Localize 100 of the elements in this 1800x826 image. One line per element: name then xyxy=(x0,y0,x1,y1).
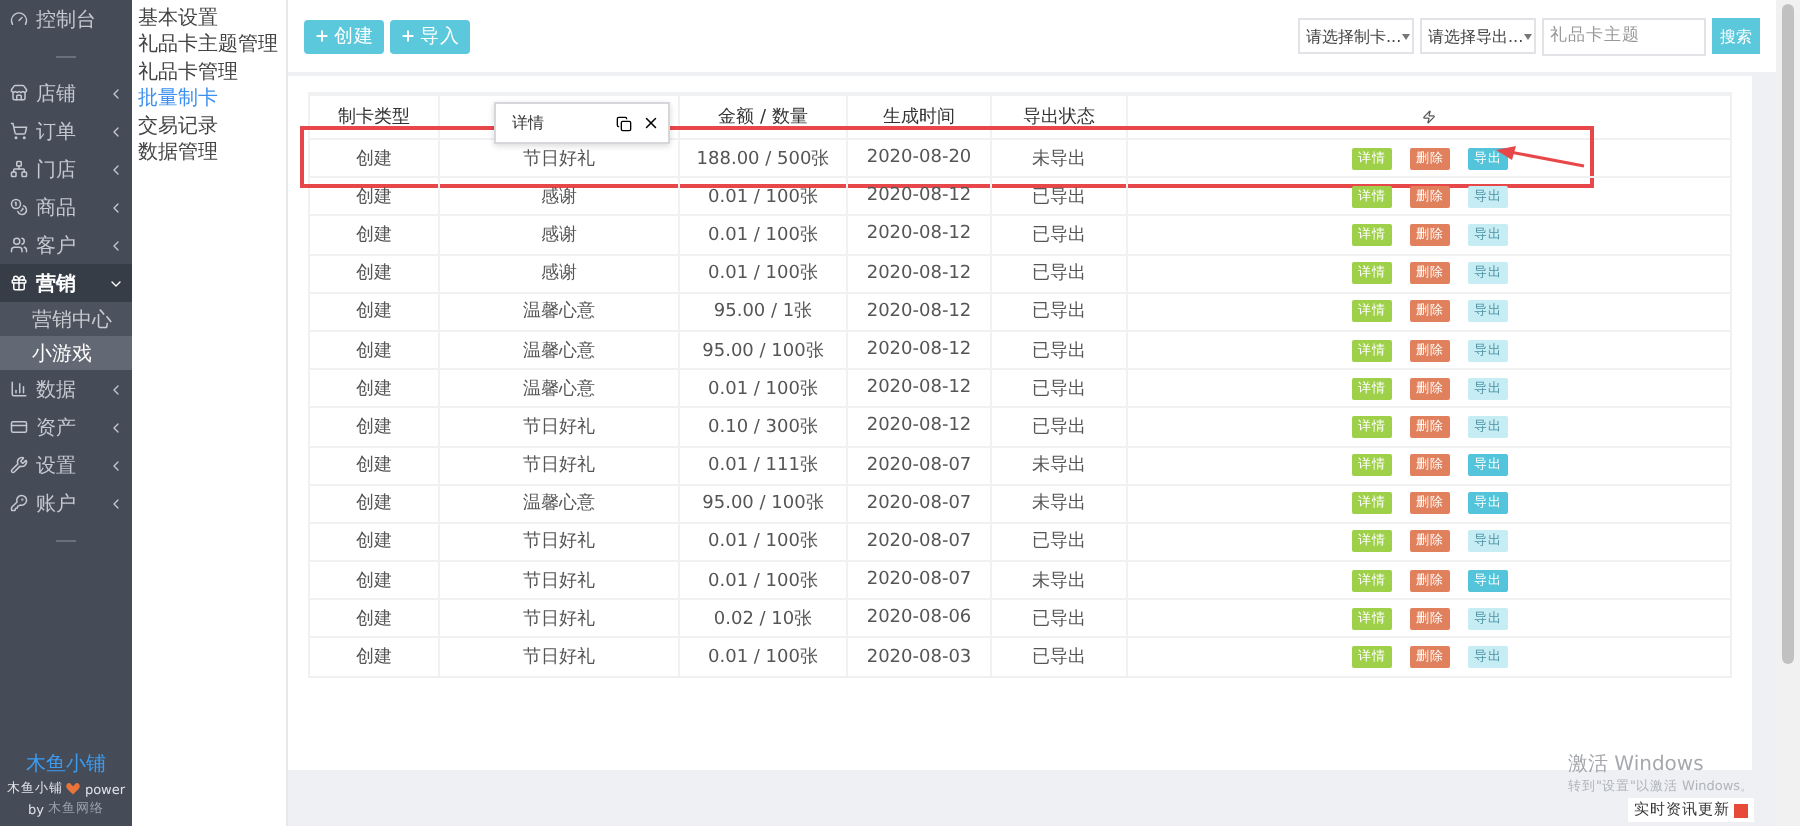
table-cell: 已导出 xyxy=(990,523,1126,561)
sidebar-item[interactable]: 设置 xyxy=(0,446,132,484)
caret-icon xyxy=(1401,33,1410,39)
submenu-item[interactable]: 礼品卡主题管理 xyxy=(138,31,286,58)
table-cell: 0.02 / 10张 xyxy=(678,600,846,637)
table-cell-text: 创建 xyxy=(354,607,394,634)
search-button[interactable]: 搜索 xyxy=(1712,18,1760,54)
sidebar-item[interactable]: 控制台 xyxy=(0,0,132,38)
table-cell: 未导出 xyxy=(990,485,1126,522)
plus-icon xyxy=(314,28,330,44)
toolbar-button[interactable]: 创建 xyxy=(304,19,384,53)
table-cell: 2020-08-07 xyxy=(846,562,990,599)
submenu-item[interactable]: 礼品卡管理 xyxy=(138,58,286,85)
table-cell-text: 创建 xyxy=(354,415,394,442)
table-cell: 2020-08-12 xyxy=(846,178,990,215)
table-cell: 感谢 xyxy=(438,178,678,215)
sidebar-item[interactable]: 资产 xyxy=(0,408,132,446)
table-cell: 2020-08-12 xyxy=(846,293,990,330)
sidebar-subitem[interactable]: 小游戏 xyxy=(0,336,132,370)
submenu-item[interactable]: 数据管理 xyxy=(138,139,286,166)
table-cell-text: 创建 xyxy=(354,453,394,481)
sidebar-item[interactable]: 店铺 xyxy=(0,74,132,112)
table-cell: 2020-08-06 xyxy=(846,600,990,637)
table-cell-text: 创建 xyxy=(354,261,394,289)
news-icon xyxy=(1734,803,1748,817)
table-cell: 0.01 / 100张 xyxy=(678,638,846,676)
table-cell: 已导出 xyxy=(990,408,1126,445)
copy-icon[interactable] xyxy=(616,115,632,131)
filter-select[interactable]: 请选择导出... xyxy=(1420,18,1536,54)
table-cell: 0.01 / 100张 xyxy=(678,370,846,407)
table-cell: 2020-08-20 xyxy=(846,140,990,177)
search-field[interactable]: 礼品卡主题 xyxy=(1542,17,1706,55)
gauge-icon xyxy=(10,10,28,28)
table-cell: 感谢 xyxy=(438,255,678,292)
plus-icon xyxy=(400,28,416,44)
sidebar-subitem[interactable]: 营销中心 xyxy=(0,302,132,336)
table-cell: 已导出 xyxy=(990,370,1126,407)
caret-icon xyxy=(1523,33,1532,39)
table-cell: 0.01 / 100张 xyxy=(678,562,846,599)
table-cell: 节日好礼 xyxy=(438,562,678,599)
table-cell-text: 创建 xyxy=(354,529,394,557)
sidebar-item[interactable]: 数据 xyxy=(0,370,132,408)
sidebar-item[interactable]: 商品 xyxy=(0,188,132,226)
table-cell: 感谢 xyxy=(438,216,678,254)
table-cell: 已导出 xyxy=(990,638,1126,676)
sidebar-item[interactable]: 营销 xyxy=(0,264,132,302)
filter-select[interactable]: 请选择制卡... xyxy=(1298,18,1414,54)
table-cell: 2020-08-07 xyxy=(846,447,990,484)
table-cell: 温馨心意 xyxy=(438,485,678,522)
table-cell: 已导出 xyxy=(990,216,1126,254)
table-cell: 已导出 xyxy=(990,600,1126,637)
table-cell: 节日好礼 xyxy=(438,408,678,445)
table-cell: 2020-08-07 xyxy=(846,523,990,561)
table-cell: 未导出 xyxy=(990,562,1126,599)
table-cell: 0.01 / 111张 xyxy=(678,447,846,484)
table-cell-text: 创建 xyxy=(354,569,394,596)
table-cell-text: 创建 xyxy=(354,299,394,327)
sidebar-item[interactable]: 账户 xyxy=(0,484,132,522)
submenu-item[interactable]: 批量制卡 xyxy=(138,85,286,112)
table-cell-text: 创建 xyxy=(354,147,394,174)
submenu-item[interactable]: 基本设置 xyxy=(138,4,286,31)
store-icon xyxy=(10,84,28,102)
column-header: 制卡类型 xyxy=(336,105,412,132)
scrollbar-thumb[interactable] xyxy=(1782,4,1794,664)
table-cell: 2020-08-12 xyxy=(846,408,990,445)
table-cell: 节日好礼 xyxy=(438,523,678,561)
wrench-icon xyxy=(10,456,28,474)
table-cell: 节日好礼 xyxy=(438,140,678,177)
table-cell: 0.01 / 100张 xyxy=(678,523,846,561)
table-cell: 未导出 xyxy=(990,140,1126,177)
table-cell-text: 创建 xyxy=(354,645,394,673)
table-cell-text: 创建 xyxy=(354,339,394,366)
table-cell: 温馨心意 xyxy=(438,331,678,369)
submenu-item[interactable]: 交易记录 xyxy=(138,112,286,139)
table-cell: 节日好礼 xyxy=(438,638,678,676)
table-cell: 已导出 xyxy=(990,293,1126,330)
network-icon xyxy=(10,160,28,178)
table-cell: 95.00 / 100张 xyxy=(678,485,846,522)
table-cell: 2020-08-12 xyxy=(846,255,990,292)
table-cell: 温馨心意 xyxy=(438,293,678,330)
close-icon[interactable] xyxy=(642,114,660,132)
activation-title: 激活 Windows xyxy=(1568,752,1704,778)
column-header: 金额 / 数量 xyxy=(678,96,846,138)
brand-name: 木鱼小铺 xyxy=(26,751,106,778)
users-icon xyxy=(10,236,28,254)
bar-chart-icon xyxy=(10,380,28,398)
toolbar-button[interactable]: 导入 xyxy=(390,19,470,53)
table-cell: 节日好礼 xyxy=(438,600,678,637)
sidebar-item[interactable]: 客户 xyxy=(0,226,132,264)
table-cell: 2020-08-12 xyxy=(846,216,990,254)
sidebar-item[interactable]: 门店 xyxy=(0,150,132,188)
lightning-icon xyxy=(1422,110,1436,124)
table-cell: 0.01 / 100张 xyxy=(678,216,846,254)
cart-icon xyxy=(10,122,28,140)
sidebar-item[interactable]: 订单 xyxy=(0,112,132,150)
table-cell: 2020-08-12 xyxy=(846,331,990,369)
table-cell-text: 创建 xyxy=(354,223,394,250)
table-cell: 95.00 / 1张 xyxy=(678,293,846,330)
table-cell: 2020-08-12 xyxy=(846,370,990,407)
tooltip-text: 详情 xyxy=(512,112,546,134)
